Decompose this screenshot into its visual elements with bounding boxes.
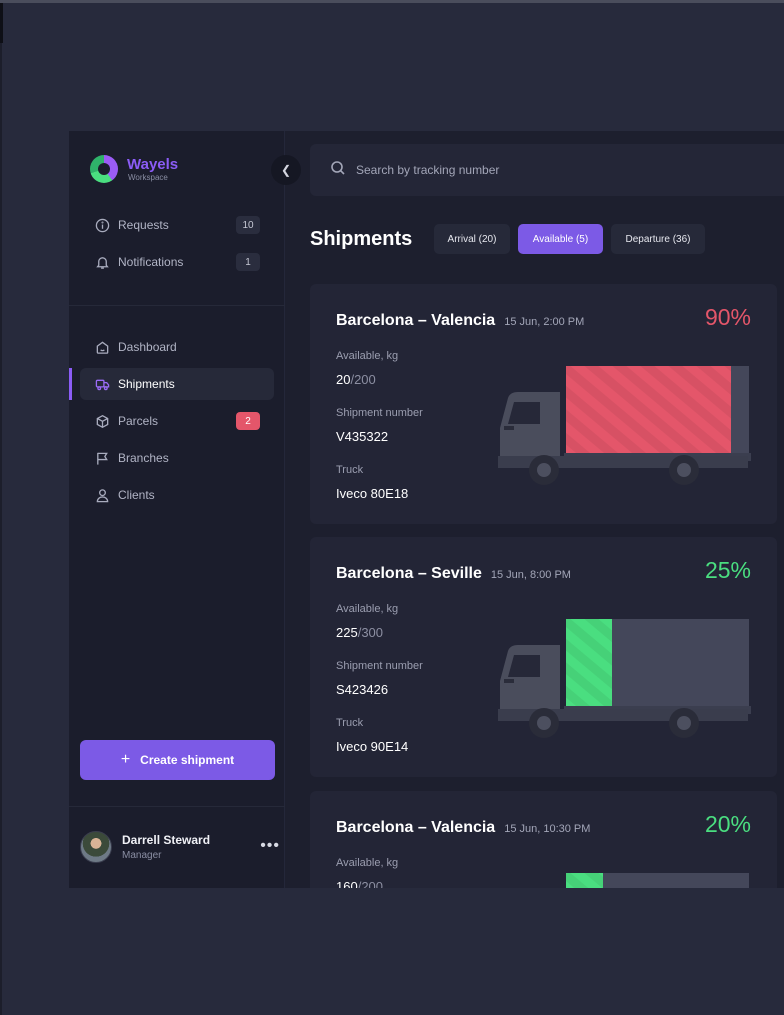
- truck-label: Truck: [336, 717, 364, 729]
- sidebar-item-notifications[interactable]: Notifications 1: [80, 246, 274, 278]
- user-profile[interactable]: Darrell Steward Manager •••: [80, 831, 280, 863]
- plus-icon: +: [120, 751, 131, 768]
- available-value: 160/200: [336, 879, 384, 888]
- info-icon: [94, 217, 110, 233]
- user-name: Darrell Steward: [122, 833, 211, 847]
- collapse-sidebar-button[interactable]: ❮: [271, 155, 301, 185]
- shipment-card[interactable]: Barcelona – Valencia 15 Jun, 10:30 PM 20…: [310, 791, 777, 888]
- flag-icon: [94, 450, 110, 466]
- sidebar-item-label: Notifications: [118, 255, 184, 269]
- tab-arrival[interactable]: Arrival (20): [434, 224, 510, 254]
- window-top-border: [0, 0, 784, 3]
- route-name: Barcelona – Valencia: [336, 819, 496, 836]
- sidebar-item-label: Dashboard: [118, 340, 177, 354]
- sidebar-item-dashboard[interactable]: Dashboard: [80, 331, 274, 363]
- parcels-count-badge: 2: [236, 412, 260, 430]
- sidebar-item-shipments[interactable]: Shipments: [80, 368, 274, 400]
- load-percent: 25%: [704, 557, 751, 583]
- available-label: Available, kg: [336, 603, 399, 615]
- box-icon: [94, 413, 110, 429]
- sidebar-item-parcels[interactable]: Parcels 2: [80, 405, 274, 437]
- truck-value: Iveco 90E14: [336, 739, 409, 754]
- create-shipment-button[interactable]: + Create shipment: [80, 740, 275, 780]
- truck-illustration: [566, 873, 749, 888]
- sidebar-item-clients[interactable]: Clients: [80, 479, 274, 511]
- load-percent: 20%: [704, 811, 751, 837]
- sidebar-item-label: Clients: [118, 488, 155, 502]
- tab-available[interactable]: Available (5): [518, 224, 603, 254]
- create-shipment-label: Create shipment: [140, 753, 235, 767]
- load-fill-bar: [566, 366, 731, 453]
- sidebar-item-requests[interactable]: Requests 10: [80, 209, 274, 241]
- truck-label: Truck: [336, 464, 364, 476]
- truck-illustration: [498, 366, 751, 485]
- route-name: Barcelona – Seville: [336, 565, 482, 582]
- chevron-left-icon: ❮: [280, 163, 292, 177]
- available-value: 225/300: [336, 625, 384, 640]
- shipment-card[interactable]: Barcelona – Valencia 15 Jun, 2:00 PM 90%…: [310, 284, 777, 524]
- brand-name: Wayels: [127, 155, 179, 173]
- truck-illustration: [498, 619, 751, 738]
- brand[interactable]: Wayels Workspace: [90, 155, 178, 183]
- sidebar-item-label: Requests: [118, 218, 169, 232]
- truck-icon: [94, 376, 110, 392]
- sidebar-item-label: Shipments: [118, 377, 175, 391]
- requests-count-badge: 10: [236, 216, 260, 234]
- logo-icon: [90, 155, 118, 183]
- brand-subtitle: Workspace: [128, 172, 168, 182]
- sidebar-item-branches[interactable]: Branches: [80, 442, 274, 474]
- sidebar-divider: [69, 305, 285, 306]
- user-role: Manager: [122, 850, 162, 861]
- route-date: 15 Jun, 2:00 PM: [504, 316, 585, 328]
- window-corner-mark: [0, 3, 3, 43]
- notifications-count-badge: 1: [236, 253, 260, 271]
- window-left-border: [0, 43, 2, 1015]
- bell-icon: [94, 254, 110, 270]
- available-value: 20/200: [336, 372, 376, 387]
- sidebar-divider: [69, 806, 285, 807]
- sidebar: Wayels Workspace Requests 10 Notificatio…: [69, 131, 285, 888]
- app-window: Wayels Workspace Requests 10 Notificatio…: [69, 131, 784, 888]
- sidebar-item-label: Parcels: [118, 414, 159, 428]
- search-input[interactable]: [356, 163, 756, 177]
- avatar: [80, 831, 112, 863]
- shipment-number-label: Shipment number: [336, 660, 423, 672]
- available-label: Available, kg: [336, 857, 399, 869]
- available-label: Available, kg: [336, 350, 399, 362]
- truck-value: Iveco 80E18: [336, 486, 409, 501]
- user-icon: [94, 487, 110, 503]
- search-icon: [330, 160, 346, 181]
- page-title: Shipments: [310, 228, 413, 250]
- load-fill-bar: [566, 873, 603, 888]
- home-icon: [94, 339, 110, 355]
- more-options-icon[interactable]: •••: [260, 837, 280, 855]
- search-bar[interactable]: [310, 144, 784, 196]
- shipment-number-value: V435322: [336, 429, 389, 444]
- route-date: 15 Jun, 10:30 PM: [504, 823, 591, 835]
- route-date: 15 Jun, 8:00 PM: [490, 569, 571, 581]
- main-content: Shipments Arrival (20) Available (5) Dep…: [285, 131, 784, 888]
- load-percent: 90%: [704, 304, 751, 330]
- shipment-number-value: S423426: [336, 682, 389, 697]
- shipment-card[interactable]: Barcelona – Seville 15 Jun, 8:00 PM 25% …: [310, 537, 777, 777]
- tab-departure[interactable]: Departure (36): [611, 224, 705, 254]
- shipment-number-label: Shipment number: [336, 407, 423, 419]
- load-fill-bar: [566, 619, 612, 706]
- sidebar-item-label: Branches: [118, 451, 169, 465]
- route-name: Barcelona – Valencia: [336, 312, 496, 329]
- active-indicator: [69, 368, 72, 400]
